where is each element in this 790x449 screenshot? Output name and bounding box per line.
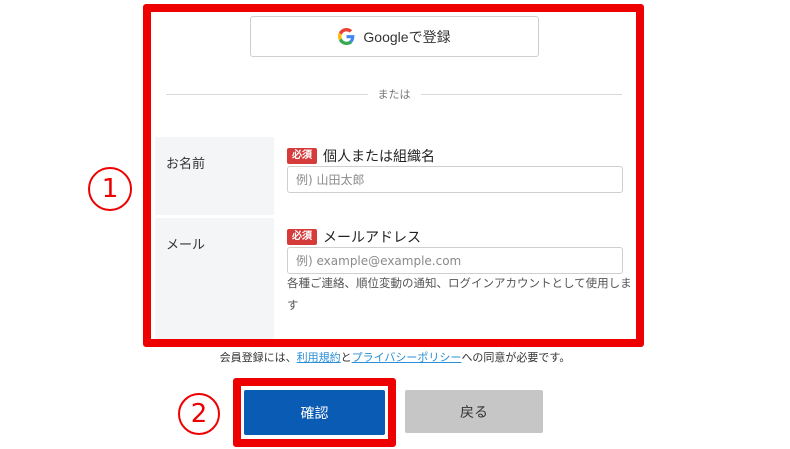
annotation-marker-1-text: 1: [101, 174, 119, 204]
google-g-icon: [338, 28, 355, 45]
terms-link[interactable]: 利用規約: [297, 351, 341, 364]
divider-text: または: [377, 88, 411, 101]
agreement-prefix: 会員登録には、: [219, 351, 297, 364]
name-field-title: 必須 個人または組織名: [287, 146, 435, 166]
name-label-cell: お名前: [155, 137, 274, 215]
privacy-policy-link[interactable]: プライバシーポリシー: [352, 351, 462, 364]
required-badge: 必須: [287, 148, 317, 164]
google-signup-button[interactable]: Googleで登録: [250, 16, 539, 57]
annotation-marker-1: 1: [88, 167, 132, 211]
agreement-conjunction: と: [340, 351, 352, 364]
divider-line-right: [420, 93, 622, 95]
email-label-cell: メール: [155, 218, 274, 340]
email-label: メール: [166, 238, 206, 253]
name-input[interactable]: [287, 166, 623, 193]
name-field-title-text: 個人または組織名: [323, 149, 435, 165]
confirm-button[interactable]: 確認: [244, 390, 385, 435]
or-divider: または: [166, 84, 622, 104]
email-input[interactable]: [287, 247, 623, 274]
email-field-title-text: メールアドレス: [323, 230, 421, 246]
email-field-title: 必須 メールアドレス: [287, 227, 421, 247]
agreement-text: 会員登録には、利用規約とプライバシーポリシーへの同意が必要です。: [155, 349, 635, 365]
required-badge: 必須: [287, 229, 317, 245]
email-help-text: 各種ご連絡、順位変動の通知、ログインアカウントとして使用します: [287, 276, 632, 312]
name-label: お名前: [166, 157, 206, 172]
agreement-suffix: への同意が必要です。: [461, 351, 571, 364]
back-button[interactable]: 戻る: [405, 390, 543, 433]
google-signup-label: Googleで登録: [363, 28, 451, 45]
annotation-marker-2: 2: [178, 393, 220, 435]
annotation-marker-2-text: 2: [190, 399, 208, 429]
divider-line-left: [166, 93, 368, 95]
